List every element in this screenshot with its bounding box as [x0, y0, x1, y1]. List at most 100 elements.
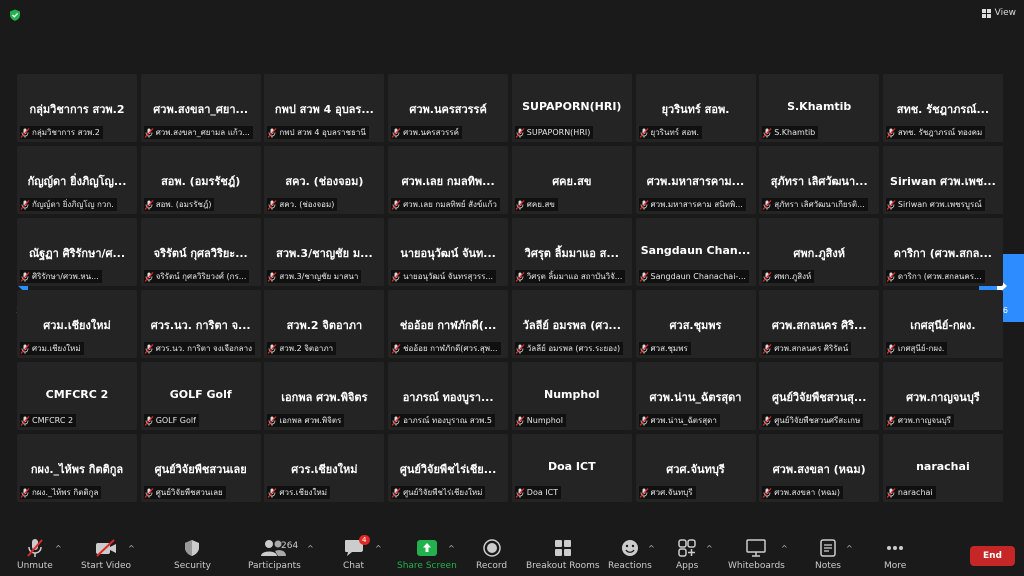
record-icon [482, 538, 501, 558]
participant-tile[interactable]: สวพ.2 จิตอาภา สวพ.2 จิตอาภา [264, 290, 385, 358]
participant-tile[interactable]: ศวร.เชียงใหม่ ศวร.เชียงใหม่ [264, 434, 385, 502]
participant-label: นายอนุวัฒน์ จันทรสุวรร... [391, 270, 497, 283]
participant-label: วิศรุต ลิ้มมาแอ สถาบันวิจั... [514, 270, 626, 283]
participant-label-text: ศวพ.สกลนคร ศิริรัตน์ [774, 344, 849, 353]
chat-options-caret[interactable]: ^ [375, 544, 382, 553]
participant-tile[interactable]: ศวม.เชียงใหม่ ศวม.เชียงใหม่ [17, 290, 137, 358]
participant-tile[interactable]: ศูนย์วิจัยพืชสวนสุ... ศูนย์วิจัยพืชสวนศรี… [759, 362, 880, 430]
more-button[interactable]: More [884, 538, 906, 571]
participant-tile[interactable]: ศวพ.สงขลา (หฉม) ศวพ.สงขลา (หฉม) [759, 434, 880, 502]
participant-tile[interactable]: อาภรณ์ ทองบูรา... อาภรณ์ ทองบุราณ สวพ.5 [388, 362, 509, 430]
muted-mic-icon [639, 487, 648, 498]
participant-tile[interactable]: narachai narachai [882, 434, 1003, 502]
muted-mic-icon [639, 199, 648, 210]
audio-options-caret[interactable]: ^ [55, 544, 62, 553]
whiteboards-options-caret[interactable]: ^ [781, 544, 788, 553]
participant-tile[interactable]: ศวพ.เลย กมลทิพ... ศวพ.เลย กมลทิพย์ สังข์แ… [388, 146, 509, 214]
participant-tile[interactable]: เกศสุนีย์-กผง. เกศสุนีย์-กผง. [882, 290, 1003, 358]
participant-label-text: ศวม.เชียงใหม่ [32, 344, 81, 353]
muted-mic-icon [886, 415, 896, 426]
participant-label-text: ช่ออ้อย กาฬภักดี(ศวร.สุพ... [403, 344, 498, 353]
start-video-button[interactable]: Start Video [81, 538, 131, 571]
participant-tile[interactable]: จริรัตน์ กุศลวิริยะ... จริรัตน์ กุศลวิริย… [140, 218, 261, 286]
participant-tile[interactable]: ศวพ.นครสวรรค์ ศวพ.นครสวรรค์ [388, 74, 509, 142]
participant-tile[interactable]: สวพ.3/ชาญชัย ม... สวพ.3/ชาญชัย มาสนา [264, 218, 385, 286]
participant-tile[interactable]: ช่ออ้อย กาฬภักดี(... ช่ออ้อย กาฬภักดี(ศวร… [388, 290, 509, 358]
participant-label-text: ศิริรักษา/ศวพ.หน... [32, 272, 99, 281]
breakout-rooms-label: Breakout Rooms [526, 561, 600, 571]
participant-tile[interactable]: วิศรุต ลิ้มมาแอ ส... วิศรุต ลิ้มมาแอ สถาบ… [511, 218, 632, 286]
reactions-options-caret[interactable]: ^ [648, 544, 655, 553]
participant-tile[interactable]: ศูนย์วิจัยพืชไร่เชีย... ศูนย์วิจัยพืชไร่เ… [388, 434, 509, 502]
participant-label: กผง._ไห้พร กิตติกูล [20, 486, 102, 499]
participant-tile[interactable]: ศวพ.น่าน_ฉัตรสุดา ศวพ.น่าน_ฉัตรสุดา [635, 362, 756, 430]
participant-name: ศวพ.มหาสารคาม... [646, 175, 745, 188]
record-button[interactable]: Record [476, 538, 507, 571]
participant-tile[interactable]: กพป สวพ 4 อุบลร... กพป สวพ 4 อุบลราชธานี [264, 74, 385, 142]
participant-tile[interactable]: สคว. (ช่องจอม) สคว. (ช่องจอม) [264, 146, 385, 214]
participant-name: S.Khamtib [787, 100, 852, 113]
participant-tile[interactable]: ศูนย์วิจัยพืชสวนเลย ศูนย์วิจัยพืชสวนเลย [140, 434, 261, 502]
participant-tile[interactable]: ศวศ.จันทบุรี ศวศ.จันทบุรี [635, 434, 756, 502]
unmute-button[interactable]: Unmute [17, 538, 53, 571]
participant-tile[interactable]: วัลลีย์ อมรพล (ศว... วัลลีย์ อมรพล (ศวร.ร… [511, 290, 632, 358]
muted-mic-icon [20, 487, 30, 498]
muted-mic-icon [391, 199, 401, 210]
participant-label: CMFCRC 2 [20, 414, 77, 427]
participant-tile[interactable]: Numphol Numphol [511, 362, 632, 430]
encryption-shield-icon[interactable] [9, 9, 21, 21]
share-options-caret[interactable]: ^ [448, 544, 455, 553]
end-meeting-button[interactable]: End [970, 546, 1015, 566]
participant-tile[interactable]: ยุวรินทร์ สอพ. ยุวรินทร์ สอพ. [635, 74, 756, 142]
apps-button[interactable]: Apps [676, 538, 698, 571]
notes-button[interactable]: Notes [815, 538, 841, 571]
security-button[interactable]: Security [174, 538, 211, 571]
notes-options-caret[interactable]: ^ [846, 544, 853, 553]
participant-tile[interactable]: กลุ่มวิชาการ สวพ.2 กลุ่มวิชาการ สวพ.2 [17, 74, 137, 142]
participant-tile[interactable]: กผง._ไห้พร กิตติกูล กผง._ไห้พร กิตติกูล [17, 434, 137, 502]
participant-label-text: S.Khamtib [774, 128, 816, 137]
shield-icon [184, 538, 200, 558]
participant-tile[interactable]: ศวพ.สกลนคร ศิริ... ศวพ.สกลนคร ศิริรัตน์ [759, 290, 880, 358]
participant-tile[interactable]: ศพก.ภูสิงห์ ศพก.ภูสิงห์ [759, 218, 880, 286]
participant-tile[interactable]: Siriwan ศวพ.เพช... Siriwan ศวพ.เพชรบูรณ์ [882, 146, 1003, 214]
participant-label-text: ศวพ.มหาสารคาม สนิทพิ... [650, 200, 743, 209]
participant-tile[interactable]: GOLF Golf GOLF Golf [140, 362, 261, 430]
participant-tile[interactable]: S.Khamtib S.Khamtib [759, 74, 880, 142]
participant-tile[interactable]: SUPAPORN(HRI) SUPAPORN(HRI) [511, 74, 632, 142]
participant-tile[interactable]: ศวพ.สงขลา_ศยา... ศวพ.สงขลา_ศยามล แก้ว... [140, 74, 261, 142]
participant-tile[interactable]: สุภัทรา เลิศวัฒนา... สุภัทรา เลิศวัฒนาเกี… [759, 146, 880, 214]
participants-options-caret[interactable]: ^ [307, 544, 314, 553]
muted-mic-icon [515, 343, 525, 354]
participant-tile[interactable]: เอกพล ศวพ.พิจิตร เอกพล ศวพ.พิจิตร [264, 362, 385, 430]
participant-label: ศวพ.น่าน_ฉัตรสุดา [638, 414, 720, 427]
participant-label-text: ศวส.ชุมพร [650, 344, 688, 353]
participant-tile[interactable]: Doa ICT Doa ICT [511, 434, 632, 502]
participant-tile[interactable]: ศวส.ชุมพร ศวส.ชุมพร [635, 290, 756, 358]
participant-tile[interactable]: Sangdaun Chan... Sangdaun Chanachai-... [635, 218, 756, 286]
participant-name: Siriwan ศวพ.เพช... [890, 175, 996, 188]
participant-tile[interactable]: CMFCRC 2 CMFCRC 2 [17, 362, 137, 430]
participant-tile[interactable]: ศวพ.กาญจนบุรี ศวพ.กาญจนบุรี [882, 362, 1003, 430]
whiteboards-button[interactable]: Whiteboards [728, 538, 785, 571]
participant-label-text: Siriwan ศวพ.เพชรบูรณ์ [897, 200, 982, 209]
reactions-button[interactable]: Reactions [608, 538, 652, 571]
participant-tile[interactable]: กัญญ์ดา ยิ่งภิญโญ... กัญญ์ดา ยิ่งภิญโญ กว… [17, 146, 137, 214]
share-screen-button[interactable]: Share Screen [397, 538, 457, 571]
participant-tile[interactable]: สอพ. (อมรรัชฎ์) สอพ. (อมรรัชฎ์) [140, 146, 261, 214]
participant-label: ช่ออ้อย กาฬภักดี(ศวร.สุพ... [391, 342, 501, 355]
participant-tile[interactable]: ดาริกา (ศวพ.สกล... ดาริกา (ศวพ.สกลนคร... [882, 218, 1003, 286]
video-options-caret[interactable]: ^ [128, 544, 135, 553]
participant-name: Sangdaun Chan... [640, 244, 751, 257]
apps-options-caret[interactable]: ^ [706, 544, 713, 553]
participant-tile[interactable]: ศคย.สข ศคย.สข [511, 146, 632, 214]
chat-button[interactable]: 4 Chat [343, 535, 370, 571]
participant-tile[interactable]: ศวร.นว. การิตา จ... ศวร.นว. การิตา จงเจือ… [140, 290, 261, 358]
muted-mic-icon [144, 199, 154, 210]
breakout-rooms-button[interactable]: Breakout Rooms [526, 538, 600, 571]
participant-tile[interactable]: นายอนุวัฒน์ จันท... นายอนุวัฒน์ จันทรสุวร… [388, 218, 509, 286]
participant-tile[interactable]: ณัฐฏา ศิริรักษา/ศ... ศิริรักษา/ศวพ.หน... [17, 218, 137, 286]
participant-tile[interactable]: สทช. รัชฎาภรณ์... สทช. รัชฎาภรณ์ ทองคม [882, 74, 1003, 142]
participant-tile[interactable]: ศวพ.มหาสารคาม... ศวพ.มหาสารคาม สนิทพิ... [635, 146, 756, 214]
view-button[interactable]: View [981, 8, 1016, 18]
